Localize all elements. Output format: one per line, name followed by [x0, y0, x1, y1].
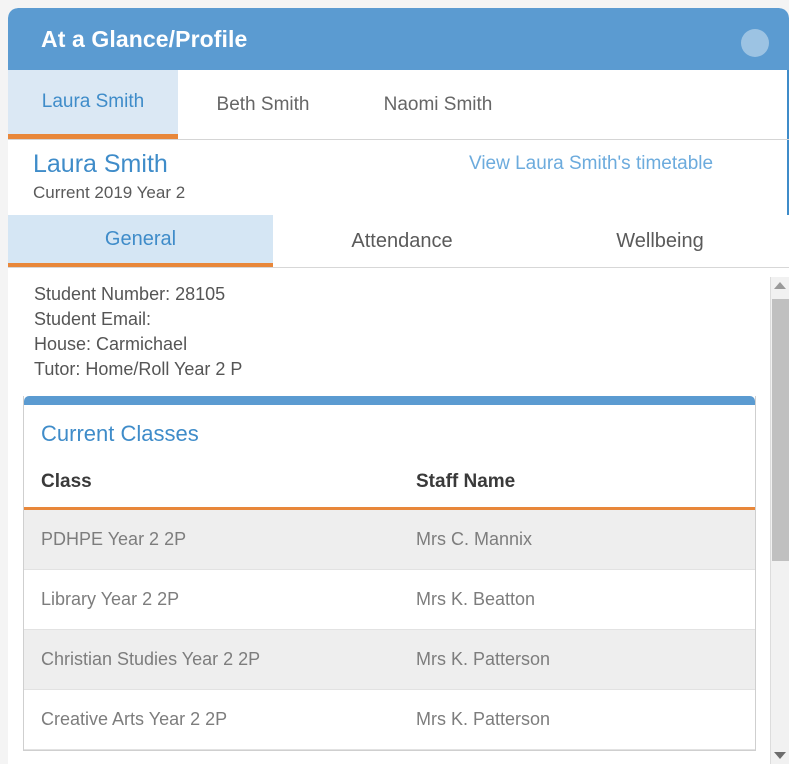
user-avatar-circle-icon[interactable] — [741, 29, 769, 57]
cell-staff: Mrs C. Mannix — [416, 509, 755, 570]
cell-class: Library Year 2 2P — [24, 570, 416, 630]
person-tab-bar: Laura Smith Beth Smith Naomi Smith — [8, 70, 789, 140]
scrollbar-thumb[interactable] — [772, 299, 789, 561]
tab-general[interactable]: General — [8, 215, 273, 267]
cell-class: Creative Arts Year 2 2P — [24, 690, 416, 750]
table-header-row: Class Staff Name — [24, 461, 755, 509]
detail-student-email: Student Email: — [34, 307, 242, 332]
current-classes-table: Class Staff Name PDHPE Year 2 2P Mrs C. … — [24, 461, 755, 750]
student-details-list: Student Number: 28105 Student Email: Hou… — [34, 282, 242, 382]
tab-label: Naomi Smith — [384, 94, 493, 116]
cell-staff: Mrs K. Beatton — [416, 570, 755, 630]
chevron-down-icon[interactable] — [771, 747, 789, 764]
detail-tutor: Tutor: Home/Roll Year 2 P — [34, 357, 242, 382]
tab-label: General — [105, 228, 176, 251]
cell-class: Christian Studies Year 2 2P — [24, 630, 416, 690]
chevron-up-icon[interactable] — [771, 277, 789, 294]
tab-laura-smith[interactable]: Laura Smith — [8, 70, 178, 139]
tab-label: Beth Smith — [217, 94, 310, 116]
vertical-scrollbar[interactable] — [770, 277, 789, 764]
cell-staff: Mrs K. Patterson — [416, 690, 755, 750]
tab-attendance[interactable]: Attendance — [273, 215, 531, 267]
tab-naomi-smith[interactable]: Naomi Smith — [348, 70, 528, 139]
panel-top-accent-bar — [24, 396, 755, 405]
page-title: At a Glance/Profile — [41, 26, 247, 53]
table-row[interactable]: PDHPE Year 2 2P Mrs C. Mannix — [24, 509, 755, 570]
general-tab-content: Student Number: 28105 Student Email: Hou… — [8, 268, 789, 764]
table-row[interactable]: Library Year 2 2P Mrs K. Beatton — [24, 570, 755, 630]
student-name: Laura Smith — [33, 150, 168, 179]
current-classes-panel: Current Classes Class Staff Name PDHPE Y… — [23, 396, 756, 751]
chevron-down-glyph — [774, 752, 786, 759]
cell-staff: Mrs K. Patterson — [416, 630, 755, 690]
cell-class: PDHPE Year 2 2P — [24, 509, 416, 570]
chevron-up-glyph — [774, 282, 786, 289]
tab-label: Laura Smith — [42, 91, 144, 113]
at-a-glance-profile-window: At a Glance/Profile Laura Smith Beth Smi… — [8, 8, 789, 764]
section-tab-bar: General Attendance Wellbeing — [8, 215, 789, 268]
profile-summary: Laura Smith Current 2019 Year 2 View Lau… — [8, 140, 789, 215]
view-timetable-link[interactable]: View Laura Smith's timetable — [469, 153, 713, 175]
student-year-label: Current 2019 Year 2 — [33, 183, 185, 203]
detail-house: House: Carmichael — [34, 332, 242, 357]
column-header-class[interactable]: Class — [24, 461, 416, 509]
tab-label: Wellbeing — [616, 230, 703, 253]
table-row[interactable]: Creative Arts Year 2 2P Mrs K. Patterson — [24, 690, 755, 750]
column-header-staff-name[interactable]: Staff Name — [416, 461, 755, 509]
tab-beth-smith[interactable]: Beth Smith — [178, 70, 348, 139]
tab-label: Attendance — [351, 230, 452, 253]
panel-title: Current Classes — [24, 405, 755, 447]
window-header: At a Glance/Profile — [8, 8, 789, 70]
table-row[interactable]: Christian Studies Year 2 2P Mrs K. Patte… — [24, 630, 755, 690]
detail-student-number: Student Number: 28105 — [34, 282, 242, 307]
tab-wellbeing[interactable]: Wellbeing — [531, 215, 789, 267]
